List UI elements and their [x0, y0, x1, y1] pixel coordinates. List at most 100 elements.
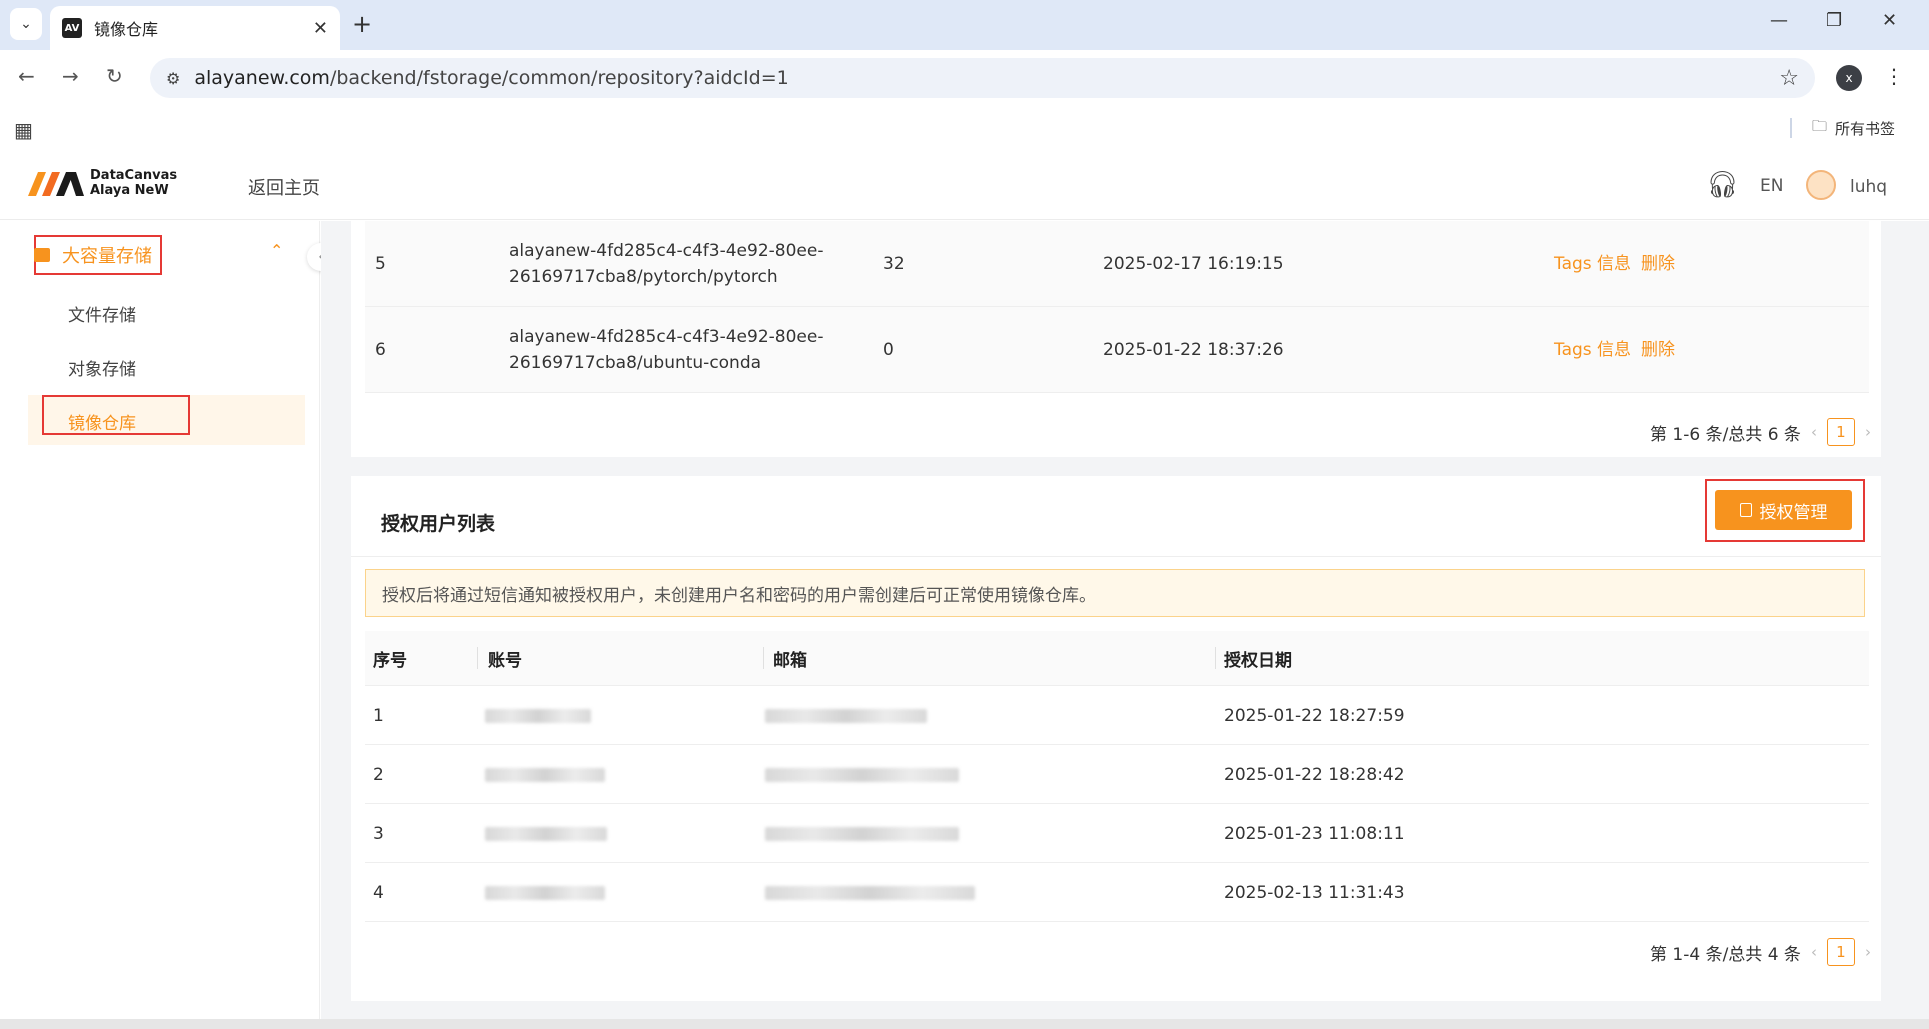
table-row: 1 2025-01-22 18:27:59 — [365, 686, 1869, 745]
row-date: 2025-01-22 18:37:26 — [1103, 340, 1284, 360]
row-date: 2025-02-17 16:19:15 — [1103, 254, 1284, 274]
account-redacted — [485, 863, 605, 922]
all-bookmarks-folder[interactable]: 🗀 所有书签 — [1812, 116, 1895, 141]
divider — [351, 556, 1881, 557]
column-separator — [477, 647, 478, 669]
email-redacted — [765, 686, 927, 745]
account-redacted — [485, 804, 607, 863]
logo-text: DataCanvas Alaya NeW — [90, 168, 177, 198]
table-header: 序号 账号 邮箱 授权日期 — [365, 631, 1869, 686]
headset-icon[interactable]: 🎧︎ — [1706, 170, 1739, 200]
authorized-users-card: 授权用户列表 授权管理 授权后将通过短信通知被授权用户，未创建用户名和密码的用户… — [351, 476, 1881, 1001]
tune-icon[interactable]: ⚙ — [166, 69, 180, 88]
plus-icon[interactable]: + — [352, 10, 372, 38]
minimize-icon[interactable]: — — [1770, 10, 1788, 31]
kebab-menu-icon[interactable]: ⋮ — [1884, 64, 1904, 88]
repo-name: alayanew-4fd285c4-c4f3-4e92-80ee- 2616971… — [509, 221, 839, 307]
column-header: 授权日期 — [1224, 651, 1292, 671]
auth-date: 2025-01-22 18:27:59 — [1224, 705, 1405, 726]
chevron-up-icon[interactable]: ⌃ — [270, 241, 283, 260]
pagination-summary: 第 1-4 条/总共 4 条 — [1650, 944, 1801, 965]
row-index: 4 — [373, 882, 384, 903]
auth-date: 2025-01-22 18:28:42 — [1224, 764, 1405, 785]
star-icon[interactable]: ☆ — [1779, 66, 1799, 91]
chevron-right-icon[interactable]: › — [1865, 423, 1871, 441]
pagination-summary: 第 1-6 条/总共 6 条 — [1650, 424, 1801, 445]
window-close-icon[interactable]: ✕ — [1882, 10, 1897, 31]
avatar[interactable] — [1806, 170, 1836, 200]
tag-count: 32 — [883, 254, 905, 274]
sidebar-item-image-repo-label: 镜像仓库 — [68, 414, 136, 434]
notice-banner: 授权后将通过短信通知被授权用户，未创建用户名和密码的用户需创建后可正常使用镜像仓… — [365, 569, 1865, 617]
row-index: 1 — [373, 705, 384, 726]
account-redacted — [485, 745, 605, 804]
repo-name-line-1: alayanew-4fd285c4-c4f3-4e92-80ee- — [509, 241, 824, 261]
restore-icon[interactable]: ❐ — [1826, 10, 1842, 31]
favicon-icon: AV — [62, 18, 82, 38]
pagination: 第 1-4 条/总共 4 条 ‹ 1 › — [1650, 938, 1881, 966]
tags-info-link[interactable]: Tags 信息 — [1554, 251, 1631, 277]
logo-mark-icon — [28, 172, 84, 196]
repo-name-line-2: 26169717cba8/pytorch/pytorch — [509, 267, 778, 287]
column-header: 账号 — [488, 651, 522, 671]
sidebar-group-label: 大容量存储 — [62, 246, 152, 267]
address-bar[interactable]: ⚙ alayanew.com/backend/fstorage/common/r… — [150, 58, 1815, 98]
auth-date: 2025-02-13 11:31:43 — [1224, 882, 1405, 903]
main-content: 5 alayanew-4fd285c4-c4f3-4e92-80ee- 26169… — [321, 221, 1929, 1021]
account-redacted — [485, 686, 591, 745]
email-redacted — [765, 745, 959, 804]
repository-card: 5 alayanew-4fd285c4-c4f3-4e92-80ee- 26169… — [351, 221, 1881, 457]
row-actions: Tags 信息 删除 — [1554, 221, 1675, 307]
sidebar-group-storage[interactable]: 大容量存储 — [34, 235, 162, 275]
table-row: 5 alayanew-4fd285c4-c4f3-4e92-80ee- 26169… — [365, 221, 1869, 307]
logo-line-1: DataCanvas — [90, 168, 178, 183]
chevron-right-icon[interactable]: › — [1865, 943, 1871, 961]
sidebar-item-file-storage[interactable]: 文件存储 — [68, 301, 136, 326]
tags-info-link[interactable]: Tags 信息 — [1554, 337, 1631, 363]
window-bottom-edge — [0, 1019, 1929, 1029]
email-redacted — [765, 863, 975, 922]
tab-search-button[interactable]: ⌄ — [10, 8, 42, 40]
url-host: alayanew.com — [194, 67, 330, 89]
document-icon — [1739, 503, 1752, 517]
page-number[interactable]: 1 — [1826, 418, 1855, 446]
back-home-link[interactable]: 返回主页 — [248, 174, 320, 200]
arrow-left-icon[interactable]: ← — [18, 64, 35, 88]
section-title: 授权用户列表 — [381, 513, 496, 535]
bookmarks-bar: ▦ 🗀 所有书签 — [0, 106, 1929, 150]
sidebar-item-object-storage[interactable]: 对象存储 — [68, 355, 136, 380]
chevron-left-icon[interactable]: ‹ — [1811, 423, 1817, 441]
auth-manage-button[interactable]: 授权管理 — [1715, 490, 1852, 530]
browser-tab[interactable]: AV 镜像仓库 ✕ — [50, 6, 340, 50]
arrow-right-icon[interactable]: → — [62, 64, 79, 88]
tab-title: 镜像仓库 — [94, 20, 159, 39]
table-row: 3 2025-01-23 11:08:11 — [365, 804, 1869, 863]
chevron-left-icon[interactable]: ‹ — [1811, 943, 1817, 961]
row-index: 3 — [373, 823, 384, 844]
delete-link[interactable]: 删除 — [1641, 251, 1675, 277]
close-icon[interactable]: ✕ — [313, 18, 328, 39]
pagination: 第 1-6 条/总共 6 条 ‹ 1 › — [1650, 418, 1881, 446]
table-row: 2 2025-01-22 18:28:42 — [365, 745, 1869, 804]
row-index: 5 — [375, 254, 386, 274]
profile-avatar[interactable]: x — [1836, 65, 1862, 91]
tag-count: 0 — [883, 340, 894, 360]
auth-manage-label: 授权管理 — [1759, 502, 1828, 523]
column-separator — [1215, 647, 1216, 669]
table-row: 6 alayanew-4fd285c4-c4f3-4e92-80ee- 26169… — [365, 307, 1869, 393]
apps-grid-icon[interactable]: ▦ — [14, 118, 33, 142]
repo-name: alayanew-4fd285c4-c4f3-4e92-80ee- 2616971… — [509, 307, 839, 393]
table-row: 4 2025-02-13 11:31:43 — [365, 863, 1869, 922]
chevron-down-icon: ⌄ — [20, 16, 32, 32]
row-index: 2 — [373, 764, 384, 785]
delete-link[interactable]: 删除 — [1641, 337, 1675, 363]
column-separator — [763, 647, 764, 669]
logo-line-2: Alaya NeW — [90, 183, 169, 198]
logo[interactable]: DataCanvas Alaya NeW — [28, 168, 177, 198]
row-actions: Tags 信息 删除 — [1554, 307, 1675, 393]
language-switch[interactable]: EN — [1760, 176, 1783, 196]
reload-icon[interactable]: ↻ — [106, 64, 123, 88]
url-path: /backend/fstorage/common/repository?aidc… — [329, 67, 789, 89]
page-number[interactable]: 1 — [1826, 938, 1855, 966]
user-name[interactable]: luhq — [1850, 177, 1887, 197]
